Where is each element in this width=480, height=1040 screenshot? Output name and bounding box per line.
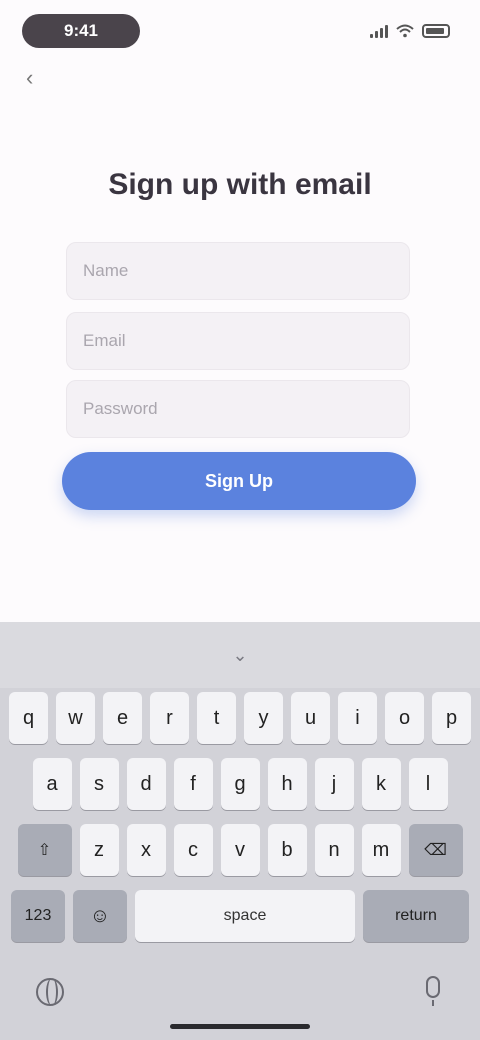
key-c[interactable]: c — [173, 824, 213, 876]
numbers-key[interactable]: 123 — [11, 890, 65, 942]
keyboard-row-3: ⇧ zxcvbnm ⌫ — [0, 824, 480, 876]
key-u[interactable]: u — [291, 692, 330, 744]
key-i[interactable]: i — [338, 692, 377, 744]
back-icon[interactable]: ‹ — [26, 66, 50, 90]
key-n[interactable]: n — [314, 824, 354, 876]
emoji-key[interactable]: ☺ — [73, 890, 127, 942]
key-y[interactable]: y — [244, 692, 283, 744]
key-b[interactable]: b — [267, 824, 307, 876]
password-field[interactable] — [66, 380, 410, 438]
delete-key[interactable]: ⌫ — [408, 824, 463, 876]
key-m[interactable]: m — [361, 824, 401, 876]
email-input[interactable] — [67, 313, 409, 369]
keyboard-row-4: 123 ☺ space return — [0, 890, 480, 942]
microphone-icon[interactable] — [426, 976, 440, 1006]
signal-icon — [370, 24, 388, 38]
globe-icon[interactable] — [36, 978, 64, 1006]
key-f[interactable]: f — [173, 758, 213, 810]
battery-icon — [422, 24, 450, 38]
keyboard-suggestion-bar: ⌄ — [0, 622, 480, 688]
key-w[interactable]: w — [56, 692, 95, 744]
status-bar: 9:41 — [0, 0, 480, 64]
key-a[interactable]: a — [32, 758, 72, 810]
password-input[interactable] — [67, 381, 409, 437]
return-key[interactable]: return — [363, 890, 469, 942]
space-key[interactable]: space — [135, 890, 355, 942]
key-v[interactable]: v — [220, 824, 260, 876]
chevron-down-icon[interactable]: ⌄ — [232, 645, 247, 666]
key-k[interactable]: k — [361, 758, 401, 810]
page-title: Sign up with email — [108, 168, 372, 201]
key-p[interactable]: p — [432, 692, 471, 744]
key-q[interactable]: q — [9, 692, 48, 744]
key-d[interactable]: d — [126, 758, 166, 810]
key-s[interactable]: s — [79, 758, 119, 810]
key-j[interactable]: j — [314, 758, 354, 810]
key-l[interactable]: l — [408, 758, 448, 810]
keyboard-bottom-bar — [0, 968, 480, 1018]
key-r[interactable]: r — [150, 692, 189, 744]
name-field[interactable] — [66, 242, 410, 300]
key-e[interactable]: e — [103, 692, 142, 744]
sign-up-button[interactable]: Sign Up — [62, 452, 416, 510]
key-z[interactable]: z — [79, 824, 119, 876]
name-input[interactable] — [67, 243, 409, 299]
keyboard-row-2: asdfghjkl — [0, 758, 480, 810]
status-icons — [370, 20, 450, 42]
key-g[interactable]: g — [220, 758, 260, 810]
home-indicator — [170, 1024, 310, 1029]
key-o[interactable]: o — [385, 692, 424, 744]
status-time: 9:41 — [22, 14, 140, 48]
key-h[interactable]: h — [267, 758, 307, 810]
key-t[interactable]: t — [197, 692, 236, 744]
wifi-icon — [396, 24, 414, 38]
shift-key[interactable]: ⇧ — [17, 824, 72, 876]
email-field[interactable] — [66, 312, 410, 370]
keyboard-row-1: qwertyuiop — [0, 692, 480, 744]
key-x[interactable]: x — [126, 824, 166, 876]
